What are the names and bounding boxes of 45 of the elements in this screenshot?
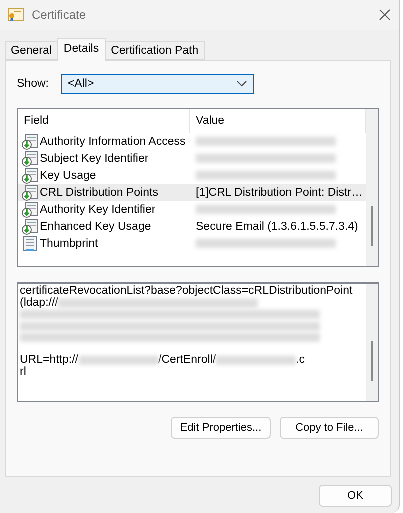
detail-text: (ldap:/// <box>20 298 58 309</box>
field-row[interactable]: Subject Key Identifier <box>18 150 366 167</box>
ok-button[interactable]: OK <box>319 485 392 507</box>
field-download-icon <box>22 150 38 166</box>
dialog-button[interactable]: Copy to File... <box>280 417 379 439</box>
field-name: CRL Distribution Points <box>40 186 158 198</box>
field-download-icon <box>22 202 38 218</box>
field-download-icon <box>22 218 38 234</box>
detail-text: /CertEnroll/ <box>158 355 216 366</box>
certificate-icon <box>8 8 24 22</box>
detail-textbox[interactable]: certificateRevocationList?base?objectClass=cRLDistributionPoint (ldap:/// URL=http:// /CertEnroll/ .c rl <box>17 282 379 402</box>
scrollbar[interactable] <box>366 284 378 401</box>
close-icon[interactable] <box>379 9 391 21</box>
field-row[interactable]: Enhanced Key Usage Secure Email (1.3.6.1.5.5.7.3.4) <box>18 218 366 235</box>
field-name: Authority Information Access <box>40 136 186 148</box>
field-download-icon <box>22 168 38 184</box>
field-row[interactable]: Key Usage <box>18 167 366 184</box>
chevron-down-icon <box>236 81 247 87</box>
field-name: Authority Key Identifier <box>40 204 156 216</box>
field-name: Thumbprint <box>40 238 98 250</box>
field-row[interactable]: Thumbprint <box>18 235 366 252</box>
tab[interactable]: Details <box>56 38 106 61</box>
field-row[interactable]: Authority Information Access <box>18 133 366 150</box>
detail-text: rl <box>20 366 26 378</box>
field-download-icon <box>22 184 38 200</box>
column-header[interactable]: Field <box>18 109 190 133</box>
field-row[interactable]: CRL Distribution Points [1]CRL Distribution Point: Distr… <box>18 184 366 201</box>
tab[interactable]: General <box>5 41 58 60</box>
detail-text: .c <box>296 355 305 366</box>
field-download-icon <box>22 134 38 150</box>
field-list-icon <box>22 236 38 252</box>
field-value: [1]CRL Distribution Point: Distr… <box>195 186 364 198</box>
field-name: Enhanced Key Usage <box>40 220 152 232</box>
window-title: Certificate <box>32 8 88 22</box>
show-dropdown[interactable]: <All> <box>60 74 254 94</box>
detail-text: URL=http:// <box>20 355 78 366</box>
dialog-button[interactable]: Edit Properties... <box>171 417 271 439</box>
tab[interactable]: Certification Path <box>105 41 205 60</box>
show-label: Show: <box>17 78 49 90</box>
field-row[interactable]: Authority Key Identifier <box>18 201 366 218</box>
field-name: Subject Key Identifier <box>40 152 149 164</box>
scrollbar[interactable] <box>366 109 378 266</box>
field-value: Secure Email (1.3.6.1.5.5.7.3.4) <box>195 220 360 232</box>
field-name: Key Usage <box>40 170 96 182</box>
detail-text: certificateRevocationList?base?objectClass=cRLDistributionPoint <box>20 286 353 298</box>
